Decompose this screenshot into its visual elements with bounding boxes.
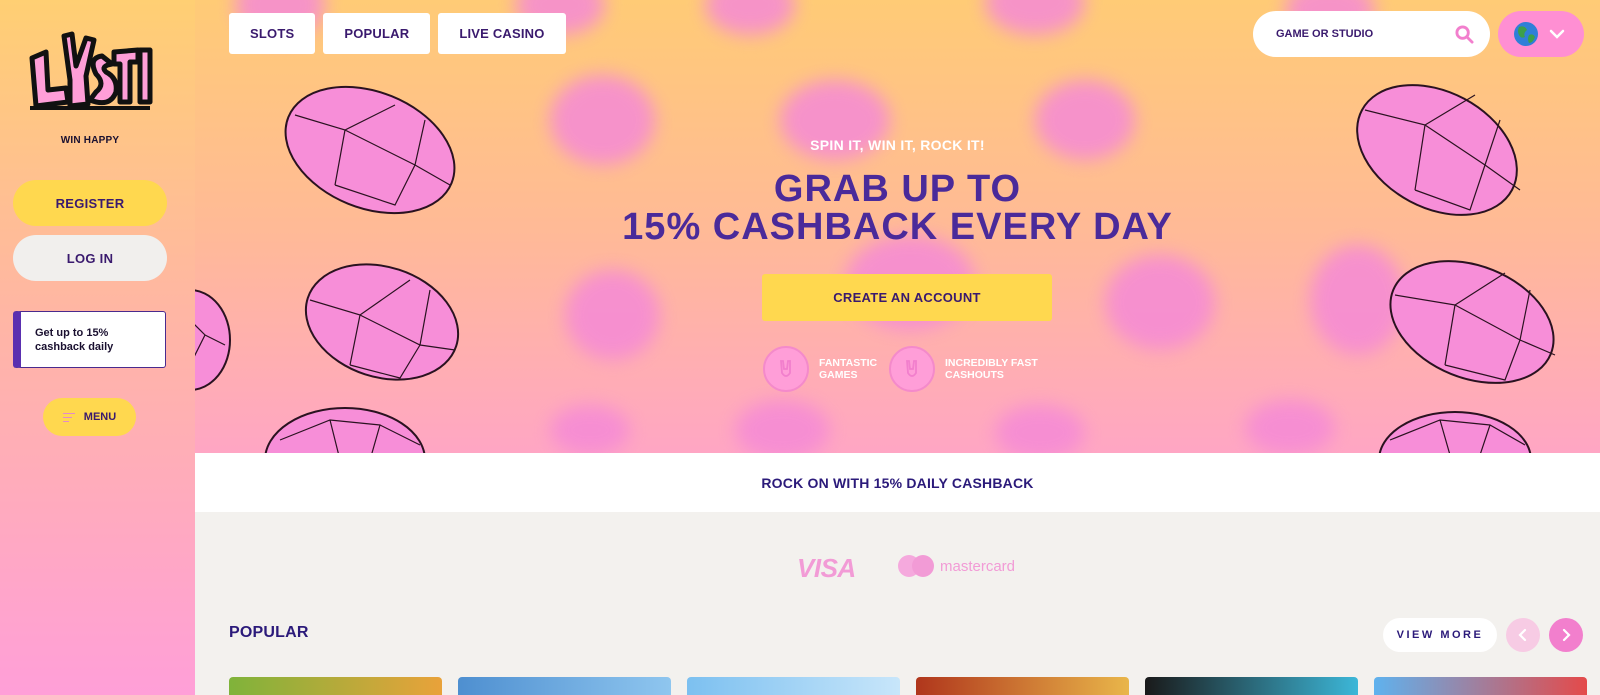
register-button[interactable]: REGISTER: [13, 180, 167, 226]
globe-icon: [1514, 22, 1538, 46]
feature-fast-cashouts: INCREDIBLY FAST CASHOUTS: [889, 346, 1045, 392]
rock-hand-icon: [889, 346, 935, 392]
gem-graphic: [1378, 411, 1532, 453]
promo-line-2: cashback daily: [35, 341, 114, 353]
search-icon[interactable]: [1455, 25, 1474, 44]
gem-graphic: [264, 407, 426, 453]
game-tile[interactable]: [1145, 677, 1358, 695]
carousel-prev-button[interactable]: [1506, 618, 1540, 652]
tagline: WIN HAPPY: [60, 135, 120, 146]
hero-title: GRAB UP TO 15% CASHBACK EVERY DAY: [195, 170, 1600, 246]
game-tile[interactable]: [458, 677, 671, 695]
cashback-promo-card[interactable]: Get up to 15% cashback daily: [13, 311, 166, 368]
mastercard-label: mastercard: [940, 557, 1016, 575]
game-tile[interactable]: [687, 677, 900, 695]
view-more-button[interactable]: VIEW MORE: [1383, 618, 1497, 652]
rock-hand-icon: [763, 346, 809, 392]
feature-label-line-2: CASHOUTS: [945, 369, 1004, 381]
gem-graphic: [304, 263, 460, 381]
game-tile[interactable]: [1374, 677, 1587, 695]
chevron-left-icon: [1518, 628, 1527, 642]
hero-title-line-2: 15% CASHBACK EVERY DAY: [622, 206, 1173, 248]
search-box: [1253, 11, 1490, 57]
tab-live-casino[interactable]: LIVE CASINO: [438, 13, 566, 54]
mastercard-circles-icon: [898, 555, 934, 577]
feature-fantastic-games: FANTASTIC GAMES: [763, 346, 899, 392]
create-account-button[interactable]: CREATE AN ACCOUNT: [762, 274, 1052, 321]
popular-games-carousel: [229, 677, 1587, 695]
popular-section-title: POPULAR: [229, 624, 309, 641]
menu-button[interactable]: MENU: [43, 398, 136, 436]
menu-icon: [62, 412, 75, 422]
gem-graphic: [1389, 260, 1556, 384]
hero-title-line-1: GRAB UP TO: [773, 168, 1022, 210]
visa-logo: VISA: [797, 553, 856, 583]
cashback-banner[interactable]: ROCK ON WITH 15% DAILY CASHBACK: [195, 453, 1600, 512]
menu-label: MENU: [83, 411, 117, 423]
feature-label-line-2: GAMES: [819, 369, 858, 381]
login-button[interactable]: LOG IN: [13, 235, 167, 281]
chevron-right-icon: [1562, 628, 1571, 642]
logo[interactable]: [26, 30, 154, 116]
tab-popular[interactable]: POPULAR: [323, 13, 431, 54]
chevron-down-icon: [1549, 29, 1565, 39]
game-tile[interactable]: [916, 677, 1129, 695]
gem-graphic: [195, 289, 231, 391]
mastercard-logo: mastercard: [898, 555, 1015, 577]
feature-label-line-1: INCREDIBLY FAST: [945, 357, 1038, 369]
language-selector[interactable]: [1498, 11, 1584, 57]
top-nav: SLOTS POPULAR LIVE CASINO: [229, 13, 566, 54]
sidebar: WIN HAPPY REGISTER LOG IN Get up to 15% …: [0, 0, 195, 695]
search-input[interactable]: [1276, 28, 1446, 40]
hero-eyebrow: SPIN IT, WIN IT, ROCK IT!: [810, 137, 985, 153]
promo-line-1: Get up to 15%: [35, 327, 109, 339]
tab-slots[interactable]: SLOTS: [229, 13, 316, 54]
carousel-next-button[interactable]: [1549, 618, 1583, 652]
game-tile[interactable]: [229, 677, 442, 695]
feature-label-line-1: FANTASTIC: [819, 357, 878, 369]
